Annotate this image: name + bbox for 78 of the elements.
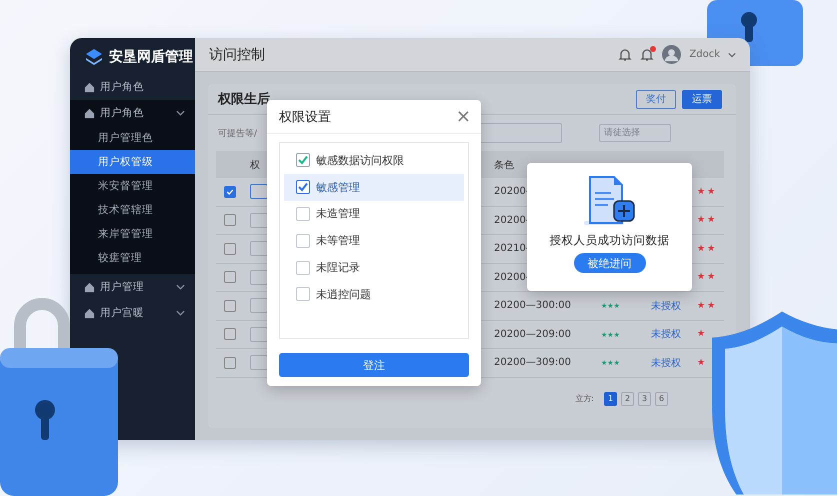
priority-marks: ★★ [697,186,718,197]
sidebar-subitem[interactable]: 来岸管管理 [70,222,195,246]
row-checkbox[interactable] [224,328,236,340]
logo-icon [84,47,104,67]
table-cell: 20200—309:00 [494,357,571,368]
option-item[interactable]: 敏感管理 [284,174,464,201]
sidebar-subitem[interactable]: 技术管辖理 [70,198,195,222]
row-checkbox[interactable] [224,214,236,226]
sidebar-item[interactable]: 用户管理 [70,274,195,300]
table-cell: 20200—300:00 [494,300,571,312]
user-name[interactable]: Zdock [689,49,720,60]
sidebar-subitem[interactable]: 用户管理色 [70,126,195,150]
checkbox[interactable] [296,153,310,168]
checkbox[interactable] [296,234,310,248]
pagination-label: 立方: [575,393,594,404]
sidebar-subitem[interactable]: 较瘥管理 [70,246,195,270]
status-link[interactable]: 未授权 [651,358,681,369]
home-icon [84,108,95,118]
home-icon [84,82,95,92]
submit-button[interactable]: 登注 [279,353,469,377]
page-button[interactable]: 6 [655,392,668,406]
action-button[interactable]: 奖付 [636,90,676,108]
option-item[interactable]: 未等管理 [284,227,464,254]
row-checkbox[interactable] [224,271,236,284]
popup-message: 授权人员成功访问数据 [550,233,670,248]
avatar[interactable] [662,45,682,64]
row-checkbox[interactable] [224,300,236,312]
page-title: 访问控制 [209,46,266,64]
bell-icon[interactable] [640,48,654,62]
checkbox[interactable] [296,260,310,275]
row-checkbox[interactable] [224,242,236,255]
table-cell: 20210- [494,243,530,254]
app-logo-text: 安垦网盾管理 [109,48,193,66]
priority-marks: ★ [697,329,708,340]
checkbox[interactable] [296,206,310,221]
select-field[interactable]: 请徒选择 [599,124,671,142]
page-button[interactable]: 2 [621,392,634,406]
column-header: 条色 [494,160,514,170]
sidebar-subitem[interactable]: 米安督管理 [70,174,195,198]
sidebar-item[interactable]: 用户角色 [70,74,195,100]
table-cell: 20200- [494,272,530,283]
checkbox[interactable] [296,287,310,302]
close-button[interactable]: × [456,108,471,126]
action-button[interactable]: 运票 [682,90,722,108]
sidebar-item[interactable]: 用户宫暖 [70,300,195,326]
checkmark-icon [297,154,309,166]
table-cell: 20200- [494,186,530,198]
sidebar-item[interactable]: 用户角色 [70,100,195,126]
option-item[interactable]: 未逍控问题 [284,280,464,308]
dialog-title: 权限设置 [279,108,331,126]
page-button[interactable]: 3 [638,392,651,406]
row-checkbox[interactable] [224,356,236,369]
home-icon [84,308,95,318]
card-title: 权限生后 [218,90,271,108]
status-link[interactable]: 未授权 [651,329,681,340]
row-checkbox[interactable] [224,186,236,198]
column-header: 权 [250,158,260,172]
home-icon [84,282,95,292]
option-item[interactable]: 敏感数据访问权限 [284,147,464,174]
caret-icon[interactable] [728,52,736,58]
table-cell: 20200- [494,214,530,226]
popup-button[interactable]: 被绝进问 [574,253,646,273]
bell-icon[interactable] [618,48,632,62]
option-item[interactable]: 未造管理 [284,200,464,228]
priority-marks: ★ [697,358,708,368]
sidebar-subitem[interactable]: 用户权管级 [70,150,195,174]
priority-marks: ★★ [697,244,718,254]
priority-marks: ★★ [697,300,718,311]
filter-label: 可提告等/ [218,128,258,140]
option-item[interactable]: 未陧记录 [284,254,464,281]
checkmark-icon [297,181,309,194]
priority-marks: ★★ [697,272,718,282]
checkbox[interactable] [296,180,310,194]
status-link[interactable]: 未授权 [651,300,681,312]
checkmark-icon [226,188,234,196]
table-cell: 20200—209:00 [494,328,571,340]
priority-marks: ★★ [697,215,718,226]
page-button[interactable]: 1 [604,392,617,406]
